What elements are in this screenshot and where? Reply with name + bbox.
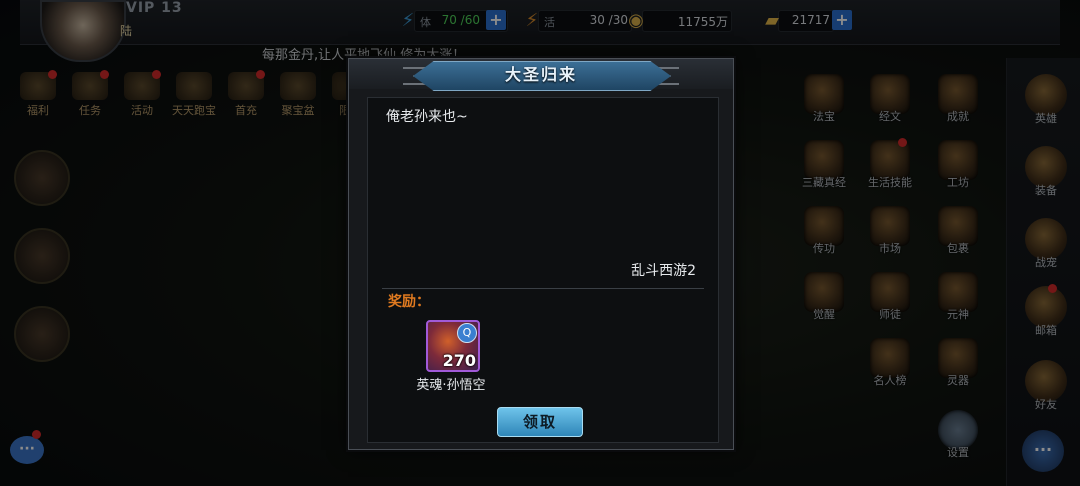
mail-panel: 俺老孙来也~ 乱斗西游2 奖励： Q 270 英魂·孙悟空 <box>367 97 719 443</box>
reward-item-card[interactable]: Q 270 <box>426 320 480 372</box>
soul-badge-icon: Q <box>457 323 477 343</box>
reward-item-name: 英魂·孙悟空 <box>416 378 486 393</box>
divider <box>382 288 704 289</box>
mail-body: 俺老孙来也~ <box>386 109 468 125</box>
claim-button[interactable]: 领取 <box>497 407 583 437</box>
dialog-title: 大圣归来 <box>504 65 577 84</box>
reward-label: 奖励： <box>388 294 430 310</box>
mail-signature: 乱斗西游2 <box>631 263 696 279</box>
mail-dialog: 大圣归来 俺老孙来也~ 乱斗西游2 奖励： Q 270 英魂·孙悟空 领取 <box>348 58 734 450</box>
reward-item-count: 270 <box>442 351 476 370</box>
